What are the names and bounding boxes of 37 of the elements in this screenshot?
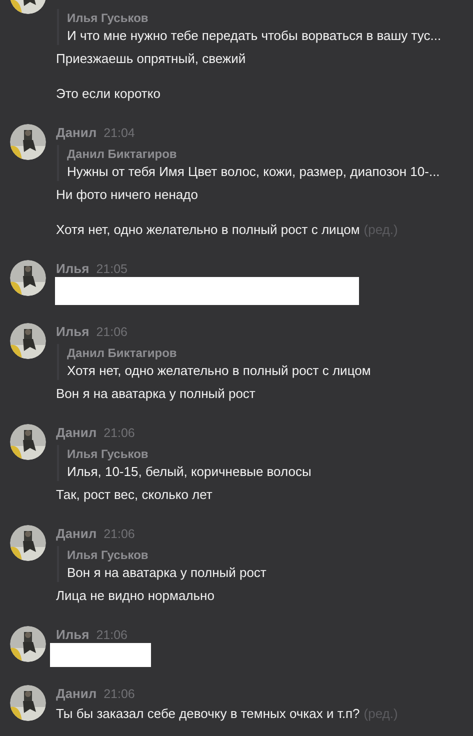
author-name[interactable]: Данил <box>56 424 97 441</box>
quote-text: И что мне нужно тебе передать чтобы ворваться в вашу тус... <box>67 27 442 44</box>
quote-author: Илья Гуськов <box>67 10 150 27</box>
author-name[interactable]: Илья <box>56 323 90 340</box>
quote-text: Илья, 10-15, белый, коричневые волосы <box>67 463 312 480</box>
message-time: 21:06 <box>96 324 128 341</box>
message-time: 21:06 <box>96 627 128 644</box>
author-name[interactable]: Илья <box>56 260 90 277</box>
quote-author: Данил Биктагиров <box>67 345 178 362</box>
author-name[interactable]: Данил <box>56 124 97 141</box>
reply-quote[interactable]: Илья Гуськов Вон я на аватарка у полный рост <box>57 546 266 582</box>
quote-text: Нужны от тебя Имя Цвет волос, кожи, размер, диапозон 10-... <box>67 163 440 180</box>
reply-quote[interactable]: Илья Гуськов Илья, 10-15, белый, коричневые волосы <box>57 445 312 481</box>
message-text: Лица не видно нормально <box>56 588 214 603</box>
message-text: Ты бы заказал себе девочку в темных очках и т.п? <box>56 706 360 721</box>
quote-author: Илья Гуськов <box>67 547 150 564</box>
message-text: Приезжаешь опрятный, свежий <box>56 51 246 66</box>
reply-quote[interactable]: Данил Биктагиров Нужны от тебя Имя Цвет волос, кожи, размер, диапозон 10-... <box>57 145 440 181</box>
reply-quote[interactable]: Данил Биктагиров Хотя нет, одно желательно в полный рост с лицом <box>57 344 371 380</box>
message-time: 21:05 <box>96 261 128 278</box>
quote-text: Вон я на аватарка у полный рост <box>67 564 266 581</box>
quote-text: Хотя нет, одно желательно в полный рост с лицом <box>67 362 371 379</box>
reply-quote[interactable]: Илья Гуськов И что мне нужно тебе передать чтобы ворваться в вашу тус... <box>57 9 442 45</box>
message-text: Вон я на аватарка у полный рост <box>56 386 256 401</box>
message-text: Это если коротко <box>56 86 160 101</box>
message-time: 21:06 <box>104 686 135 703</box>
author-name[interactable]: Данил <box>56 685 97 702</box>
author-name[interactable]: Илья <box>56 626 90 643</box>
quote-author: Данил Биктагиров <box>67 146 178 163</box>
message-time: 21:06 <box>104 425 135 442</box>
author-name[interactable]: Данил <box>56 525 97 542</box>
message-text: Ни фото ничего ненадо <box>56 187 198 202</box>
quote-author: Илья Гуськов <box>67 446 150 463</box>
message-time: 21:06 <box>104 526 135 543</box>
message-text: Так, рост вес, сколько лет <box>56 487 212 502</box>
message-time: 21:04 <box>104 125 135 142</box>
message-text: Хотя нет, одно желательно в полный рост с лицом <box>56 222 360 237</box>
